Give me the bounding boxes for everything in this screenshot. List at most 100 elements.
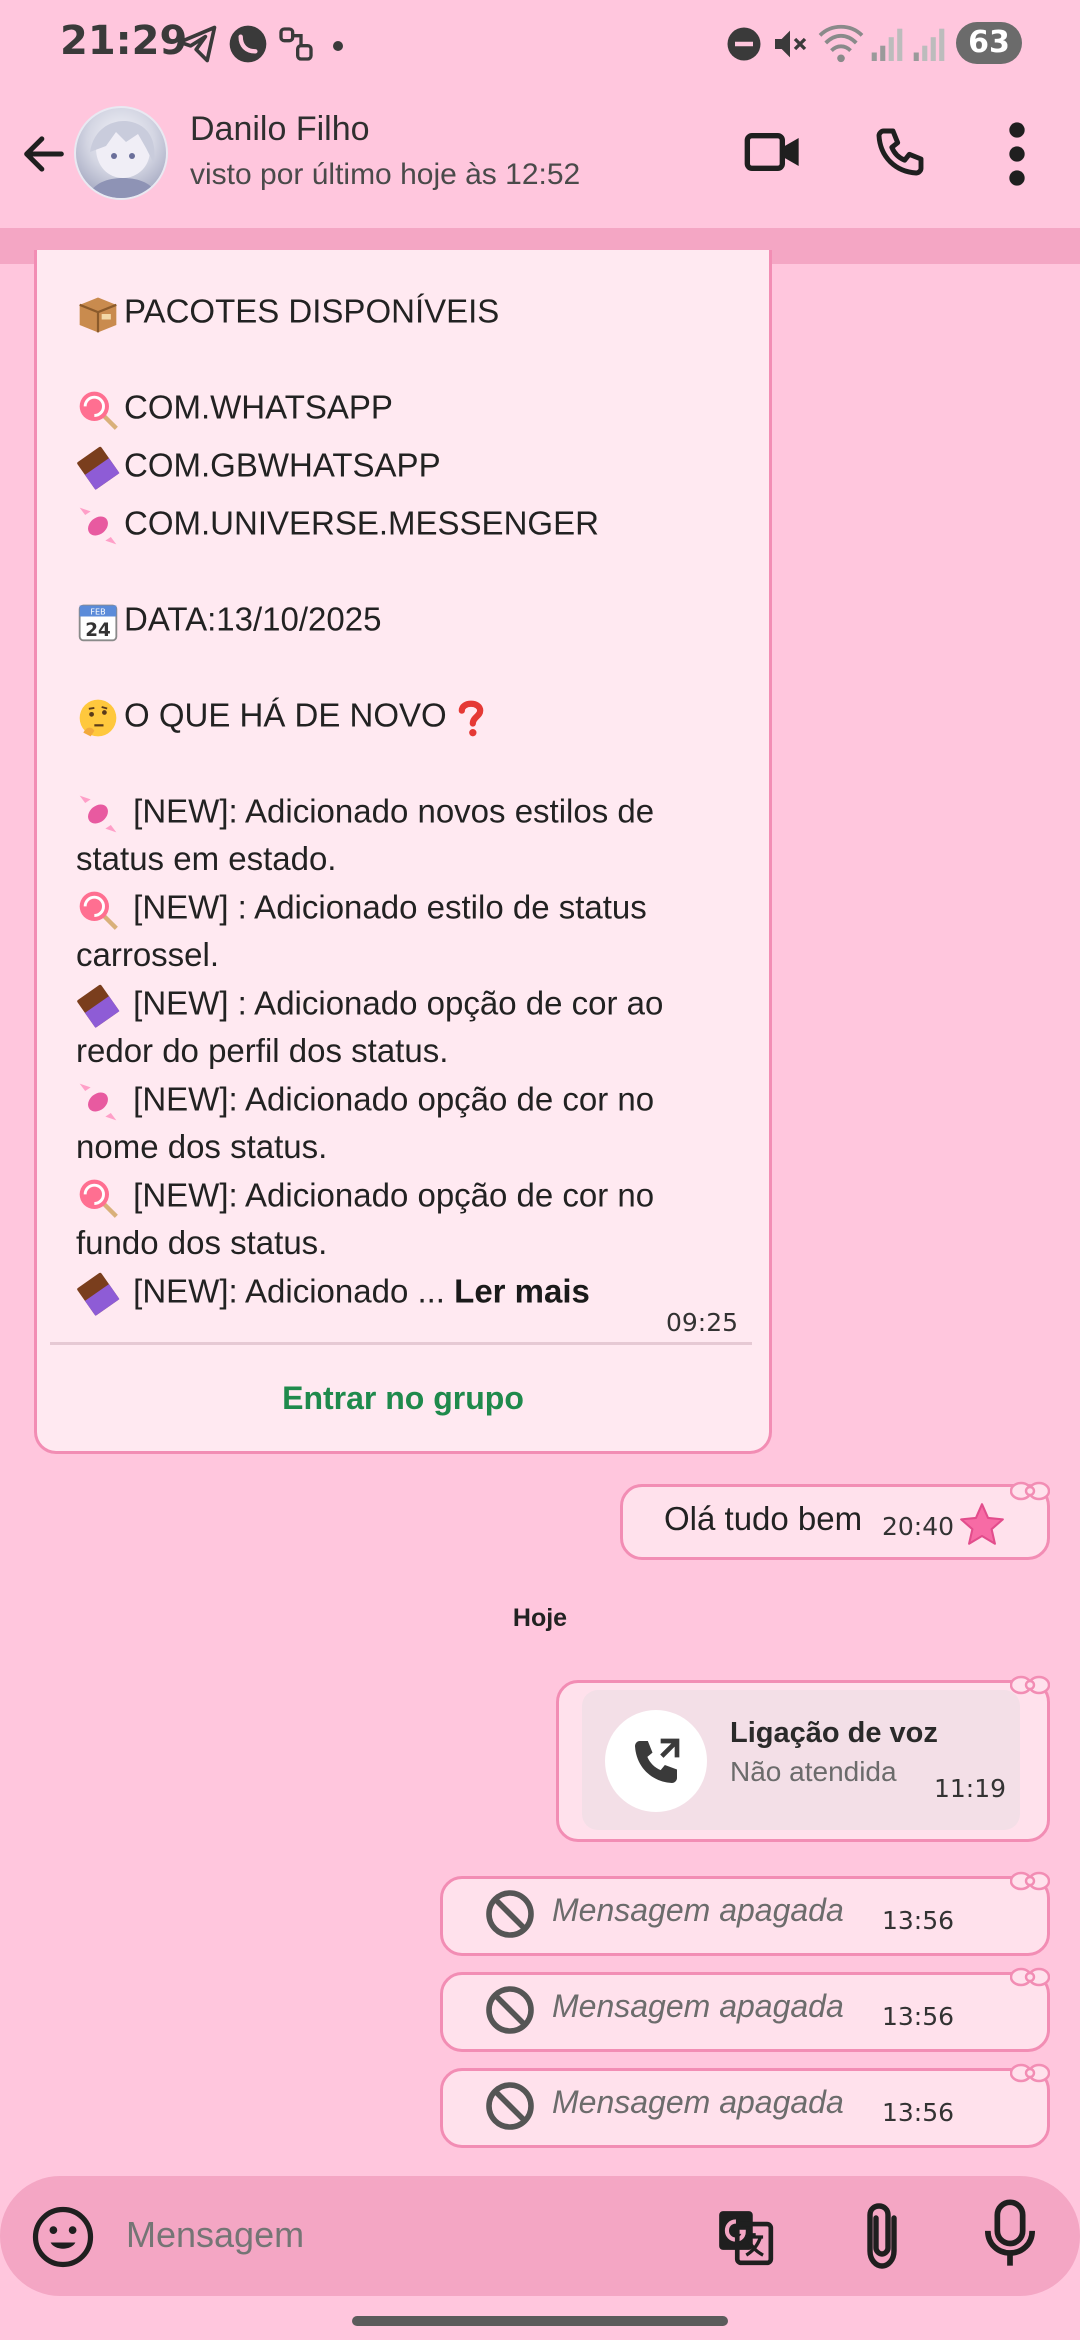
back-arrow-icon[interactable]: [18, 128, 70, 180]
message-line: status em estado.: [76, 840, 336, 878]
message-time: 20:40: [882, 1512, 955, 1541]
message-line: [NEW]: Adicionado opção de cor no: [76, 1080, 654, 1124]
message-time: 13:56: [882, 2002, 955, 2031]
message-line: COM.GBWHATSAPP: [76, 446, 441, 490]
message-line: FEB 24 DATA:13/10/2025: [76, 600, 381, 644]
dnd-icon: [727, 27, 761, 61]
message-time: 11:19: [934, 1774, 1007, 1803]
chocolate-icon: [76, 984, 120, 1028]
deleted-message-text: Mensagem apagada: [552, 2084, 844, 2120]
divider: [50, 1342, 752, 1345]
signal-icon: [871, 28, 903, 61]
bow-icon: [1010, 1967, 1050, 1987]
question-mark-icon: [449, 696, 493, 740]
bow-icon: [1010, 2063, 1050, 2083]
emoji-icon[interactable]: [30, 2204, 96, 2270]
contact-name[interactable]: Danilo Filho: [190, 110, 370, 149]
bow-icon: [1010, 1675, 1050, 1695]
line-text: [NEW] : Adicionado opção de cor ao: [124, 984, 664, 1022]
navigation-handle[interactable]: [352, 2316, 728, 2326]
video-call-icon[interactable]: [742, 124, 804, 180]
mute-icon: [775, 30, 807, 58]
dot-icon: [333, 41, 343, 51]
message-input[interactable]: [126, 2214, 646, 2256]
signal-icon: [913, 28, 945, 61]
more-vert-icon[interactable]: [1000, 118, 1034, 190]
date-separator: Hoje: [512, 1604, 568, 1632]
line-text: fundo dos status.: [76, 1224, 328, 1261]
status-bar: 21:29 63: [0, 0, 1080, 88]
message-line: [NEW] : Adicionado opção de cor ao: [76, 984, 663, 1028]
line-text: COM.WHATSAPP: [124, 388, 393, 426]
blocked-icon: [486, 2082, 534, 2130]
message-time: 13:56: [882, 2098, 955, 2127]
line-text: COM.GBWHATSAPP: [124, 446, 441, 484]
calendar-day: 24: [85, 620, 111, 641]
join-group-button[interactable]: Entrar no grupo: [34, 1380, 772, 1417]
chocolate-icon: [76, 446, 120, 490]
line-text: nome dos status.: [76, 1128, 328, 1165]
line-text: COM.UNIVERSE.MESSENGER: [124, 504, 599, 542]
telegram-icon: [177, 25, 217, 63]
line-text: carrossel.: [76, 936, 220, 973]
blocked-icon: [486, 1986, 534, 2034]
message-text: Olá tudo bem: [664, 1500, 863, 1537]
line-text: redor do perfil dos status.: [76, 1032, 449, 1069]
candy-icon: [76, 1080, 120, 1124]
last-seen-status: visto por último hoje às 12:52: [190, 158, 581, 191]
message-time: 09:25: [666, 1308, 739, 1337]
whatsapp-icon: [229, 25, 267, 63]
link-icon: [279, 27, 313, 61]
line-text: [NEW]: Adicionado opção de cor no: [124, 1176, 655, 1214]
calendar-icon: FEB 24: [76, 600, 120, 644]
message-line: fundo dos status.: [76, 1224, 327, 1262]
message-time: 13:56: [882, 1906, 955, 1935]
message-line: carrossel.: [76, 936, 219, 974]
star-icon: [960, 1503, 1004, 1545]
lollipop-icon: [76, 388, 120, 432]
candy-icon: [76, 504, 120, 548]
package-icon: [76, 292, 120, 336]
phone-icon[interactable]: [872, 124, 928, 180]
message-line: [NEW]: Adicionado opção de cor no: [76, 1176, 654, 1220]
lollipop-icon: [76, 888, 120, 932]
message-line: PACOTES DISPONÍVEIS: [76, 292, 499, 336]
message-line: [NEW]: Adicionado ... Ler mais: [76, 1272, 590, 1316]
clock: 21:29: [60, 18, 188, 64]
line-text: DATA:13/10/2025: [124, 600, 382, 638]
message-line: redor do perfil dos status.: [76, 1032, 448, 1070]
candy-icon: [76, 792, 120, 836]
battery-indicator: 63: [956, 22, 1022, 64]
message-line: O QUE HÁ DE NOVO: [76, 696, 497, 740]
blocked-icon: [486, 1890, 534, 1938]
line-text: [NEW]: Adicionado novos estilos de: [124, 792, 655, 830]
call-title: Ligação de voz: [730, 1717, 938, 1749]
message-line: nome dos status.: [76, 1128, 327, 1166]
bow-icon: [1010, 1481, 1050, 1501]
line-text: [NEW]: Adicionado ...: [124, 1272, 455, 1310]
message-line: [NEW] : Adicionado estilo de status: [76, 888, 647, 932]
lollipop-icon: [76, 1176, 120, 1220]
read-more-link[interactable]: Ler mais: [454, 1273, 590, 1310]
wifi-icon: [818, 24, 864, 63]
message-line: COM.UNIVERSE.MESSENGER: [76, 504, 599, 548]
message-line: COM.WHATSAPP: [76, 388, 393, 432]
line-text: O QUE HÁ DE NOVO: [124, 696, 447, 734]
translate-icon[interactable]: [714, 2206, 776, 2268]
outgoing-call-icon: [635, 1738, 680, 1783]
deleted-message-text: Mensagem apagada: [552, 1988, 844, 2024]
calendar-month: FEB: [90, 608, 105, 617]
line-text: [NEW]: Adicionado opção de cor no: [124, 1080, 655, 1118]
avatar[interactable]: [74, 106, 168, 200]
message-line: [NEW]: Adicionado novos estilos de: [76, 792, 654, 836]
attach-icon[interactable]: [854, 2200, 910, 2272]
line-text: PACOTES DISPONÍVEIS: [124, 292, 500, 330]
call-status: Não atendida: [730, 1756, 897, 1787]
thinking-face-icon: [76, 696, 120, 740]
line-text: status em estado.: [76, 840, 337, 877]
microphone-icon[interactable]: [978, 2196, 1042, 2272]
bow-icon: [1010, 1871, 1050, 1891]
chocolate-icon: [76, 1272, 120, 1316]
deleted-message-text: Mensagem apagada: [552, 1892, 844, 1928]
line-text: [NEW] : Adicionado estilo de status: [124, 888, 647, 926]
